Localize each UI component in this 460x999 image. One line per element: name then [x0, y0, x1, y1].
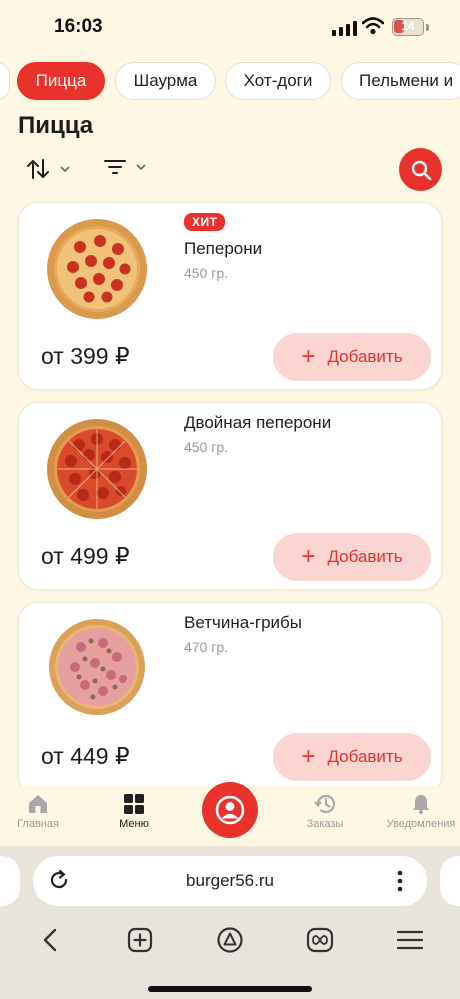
nav-menu-label: Меню: [119, 818, 149, 830]
alice-icon: [217, 927, 243, 953]
status-time: 16:03: [54, 16, 103, 37]
product-name: Ветчина-грибы: [184, 613, 302, 632]
nav-menu[interactable]: Меню: [89, 794, 179, 830]
tab-dumplings[interactable]: Пельмени и: [341, 62, 460, 100]
filter-button[interactable]: [104, 158, 146, 176]
home-icon: [29, 795, 47, 813]
sort-button[interactable]: [26, 158, 70, 180]
nav-notifications-label: Уведомления: [386, 818, 456, 830]
add-button-label: Добавить: [327, 547, 403, 566]
bottom-nav: Главная Меню Заказы Уведомления: [0, 782, 460, 846]
home-indicator: [148, 986, 312, 992]
chevron-down-icon: [136, 164, 146, 170]
filter-icon: [104, 160, 126, 174]
add-button[interactable]: + Добавить: [273, 733, 431, 781]
pizza-image: [47, 219, 147, 319]
pizza-image: [49, 619, 145, 715]
new-tab-icon: [127, 927, 153, 953]
tab-shawarma[interactable]: Шаурма: [115, 62, 216, 100]
nav-notifications[interactable]: Уведомления: [376, 794, 460, 830]
product-name: Двойная пеперони: [184, 413, 332, 432]
nav-home-label: Главная: [17, 818, 59, 830]
prev-tab-peek[interactable]: [0, 856, 20, 906]
product-weight: 450 гр.: [184, 439, 229, 455]
pizza-image: [47, 419, 147, 519]
product-price: от 499 ₽: [41, 543, 130, 569]
battery-level: 14: [401, 19, 415, 33]
status-bar: 16:03 14: [0, 0, 460, 54]
new-tab-button[interactable]: [122, 922, 158, 958]
hit-badge: ХИТ: [184, 213, 226, 231]
battery-icon: 14: [392, 18, 424, 36]
alice-button[interactable]: [212, 922, 248, 958]
nav-home[interactable]: Главная: [0, 794, 83, 830]
back-button[interactable]: [32, 922, 68, 958]
search-icon: [411, 160, 431, 180]
plus-icon: +: [301, 343, 316, 370]
product-weight: 470 гр.: [184, 639, 229, 655]
product-card[interactable]: Двойная пеперони 450 гр. от 499 ₽ + Доба…: [18, 402, 442, 590]
address-bar[interactable]: burger56.ru: [33, 856, 427, 906]
add-button-label: Добавить: [327, 747, 403, 766]
signal-icon: [332, 21, 357, 36]
chevron-down-icon: [60, 166, 70, 172]
nav-orders[interactable]: Заказы: [280, 794, 370, 830]
sort-icon: [27, 159, 49, 179]
add-button[interactable]: + Добавить: [273, 333, 431, 381]
product-price: от 449 ₽: [41, 743, 130, 769]
history-icon: [314, 794, 336, 814]
category-tabs: Пицца Шаурма Хот-доги Пельмени и: [0, 62, 460, 100]
plus-icon: +: [301, 743, 316, 770]
wifi-icon: [362, 17, 384, 35]
tabs-button[interactable]: [302, 922, 338, 958]
product-card[interactable]: ХИТ Пеперони 450 гр. от 399 ₽ + Добавить: [18, 202, 442, 390]
product-name: Пеперони: [184, 239, 263, 258]
add-button[interactable]: + Добавить: [273, 533, 431, 581]
search-button[interactable]: [399, 148, 442, 191]
browser-toolbar: burger56.ru: [0, 846, 460, 999]
bell-icon: [413, 795, 429, 814]
menu-grid-icon: [124, 794, 144, 814]
page-title: Пицца: [18, 112, 94, 139]
tab-hotdogs[interactable]: Хот-доги: [225, 62, 331, 100]
more-icon[interactable]: [395, 869, 405, 893]
url-text: burger56.ru: [186, 871, 274, 890]
nav-orders-label: Заказы: [306, 818, 344, 830]
product-weight: 450 гр.: [184, 265, 229, 281]
tabs-icon: [306, 927, 334, 953]
hamburger-icon: [397, 930, 423, 950]
next-tab-peek[interactable]: [440, 856, 460, 906]
plus-icon: +: [301, 543, 316, 570]
profile-icon: [215, 795, 245, 825]
browser-menu-button[interactable]: [392, 922, 428, 958]
product-card[interactable]: Ветчина-грибы 470 гр. от 449 ₽ + Добавит…: [18, 602, 442, 796]
add-button-label: Добавить: [327, 347, 403, 366]
product-price: от 399 ₽: [41, 343, 130, 369]
tab-pizza[interactable]: Пицца: [17, 62, 105, 100]
profile-button[interactable]: [202, 782, 258, 838]
back-icon: [43, 928, 57, 952]
